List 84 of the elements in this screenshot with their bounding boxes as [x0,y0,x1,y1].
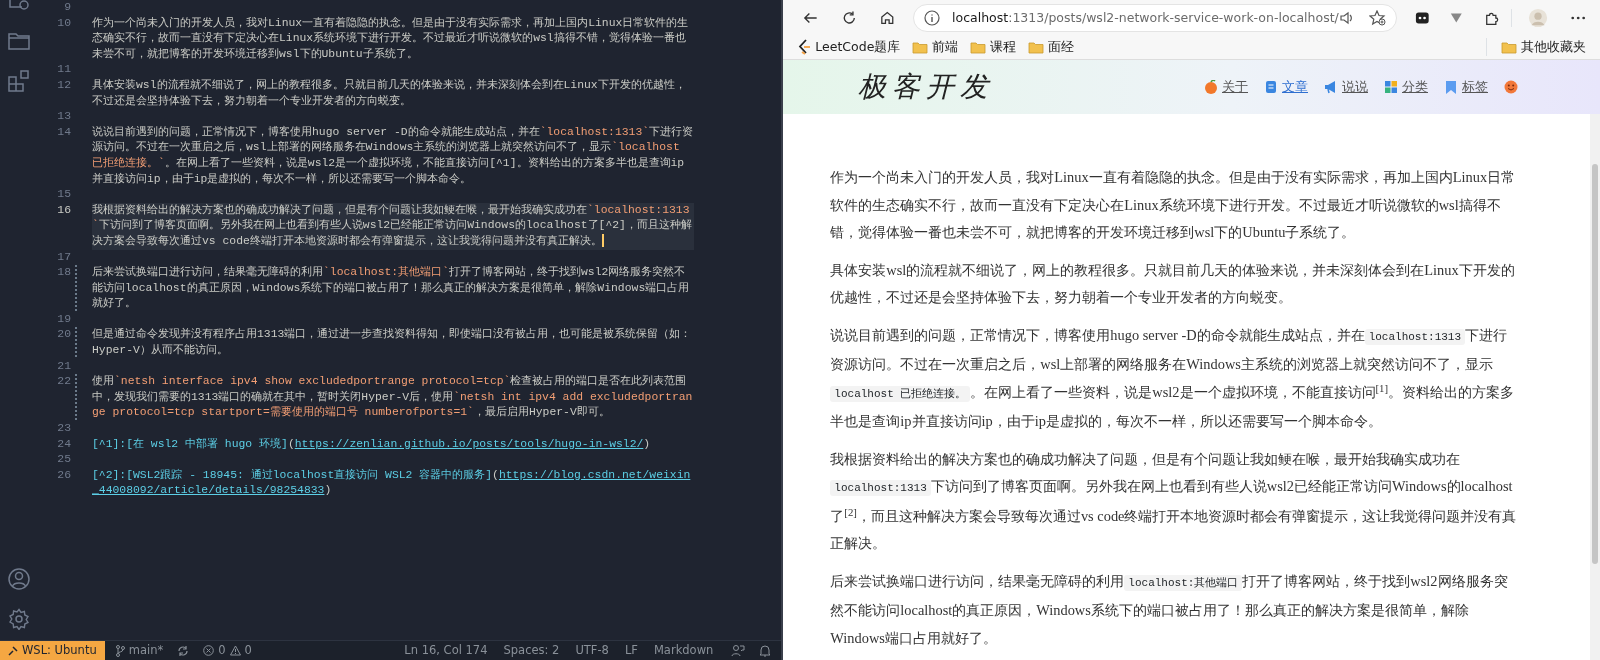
article-paragraph: 说说目前遇到的问题，正常情况下，博客使用hugo server -D的命令就能生成站点，并在 localhost:1313 下进行资源访问。不过在一次重启之后，wsl上部署的网络服务在Windows主系统的浏览器上就突然访问不了，显示 localhost 已拒绝连接。 。在网上看了一些资料，说是wsl2是一个虚拟环境，不能直接访问$^{[1]}$。资料给出的方案多半也是查询ip并直接访问ip，由于ip是虚拟的，每次不一样，所以还需要写一个脚本命令。 [830,326,1516,432]
line-number: 9 [63,0,71,15]
folder-icon [1501,39,1517,55]
bell-icon[interactable] [759,644,772,657]
nav-link[interactable]: 标签 [1440,77,1492,97]
settings-icon[interactable] [7,608,30,630]
site-logo[interactable]: 极客开发 [858,66,995,109]
speaker-icon[interactable] [1338,9,1355,26]
reload-icon[interactable] [841,9,857,26]
nav-link[interactable]: 分类 [1380,77,1432,97]
bookmark-item[interactable]: 前端 [906,36,965,59]
article-paragraph: 具体安装wsl的流程就不细说了，网上的教程很多。只就目前几天的体验来说，并未深刻体会到在Linux下开发的优越性，不过还是会坚持体验下去，努力朝着一个专业开发者的方向蜕变。 [830,261,1516,308]
branch-icon [114,644,125,657]
bookmark-icon [1444,80,1458,95]
warning-icon [229,645,241,656]
article-paragraph: 作为一个尚未入门的开发人员，我对Linux一直有着隐隐的执念。但是由于没有实际需求，再加上国内Linux日常软件的生态确实不行，故而一直没有下定决心在Linux系统环境下进行开发。不过最近才听说微软的wsl搞得不错，觉得体验一番也未尝不可，就把博客的开发环境迁移到wsl下的Ubuntu子系统了。 [830,168,1517,243]
folder-icon [912,39,929,55]
line-number: 15 [56,187,71,203]
tiles-icon [1384,80,1398,95]
status-item[interactable]: LF [616,640,646,660]
editor-line: 具体安装wsl的流程就不细说了，网上的教程很多。只就目前几天的体验来说，并未深刻体会到在Linux下开发的优越性，不过还是会坚持体验下去，努力朝着一个专业开发者的方向蜕变。 [92,77,687,109]
folder-icon [970,39,987,55]
error-icon [203,645,215,656]
more-icon[interactable] [1569,14,1586,21]
bookmark-item[interactable]: 面经 [1022,36,1081,59]
line-number: 11 [56,62,71,78]
line-number: 20 [56,327,71,343]
nav-link[interactable]: 关于 [1200,77,1252,97]
article-paragraph: 后来尝试换端口进行访问，结果毫无障碍的利用 localhost:其他端口 打开了博客网站，终于找到wsl2网络服务突然不能访问localhost的真正原因，Windows系统下的端口被占用了！那么真正的解决方案是很简单，解除Windows端口占用就好了。 [830,572,1509,648]
line-number: 24 [56,436,71,452]
address-field[interactable]: localhost:1313/posts/wsl2-network-service-work-on-localhost/ [913,3,1397,32]
home-icon[interactable] [880,9,896,26]
monitor-icon[interactable] [7,0,30,12]
editor-line: 作为一个尚未入门的开发人员，我对Linux一直有着隐隐的执念。但是由于没有实际需求，再加上国内Linux日常软件的生态确实不行，故而一直没有下定决心在Linux系统环境下进行开发。不过最近才听说微软的wsl搞得不错，觉得体验一番也未尝不可，就把博客的开发环境迁移到wsl下的Ubuntu子系统了。 [92,15,690,62]
bracket-icon [797,39,812,56]
editor-line: 使用`netsh interface ipv4 show excludedportrange protocol=tcp`检查被占用的端口是否在此列表范围中，发现我们需要的1313端口的确就在其中，暂时关闭Hyper-V后，使用`netsh int ipv4 add excludedportrange protocol=tcp startport=需要使用的端口号 numberofports=1`，最后启用Hyper-V即可。 [92,374,694,421]
sync-icon[interactable] [177,644,190,657]
editor-line: 但是通过命令发现并没有程序占用1313端口，通过进一步查找资料得知，即使端口没有被占用，也可能是被系统保留（如：Hyper-V）从而不能访问。 [92,327,693,359]
editor-line: 说说目前遇到的问题，正常情况下，博客使用hugo server -D的命令就能生成站点，并在`localhost:1313`下进行资源访问。不过在一次重启之后，wsl上部署的网络服务在Windows主系统的浏览器上就突然访问不了，显示`localhost 已拒绝连接。`。在网上看了一些资料，说是wsl2是一个虚拟环境，不能直接访问[^1]。资料给出的方案多半也是查询ip并直接访问ip，由于ip是虚拟的，每次不一样，所以还需要写一个脚本命令。 [92,124,694,187]
status-item[interactable]: UTF-8 [567,640,617,660]
line-number: 12 [56,77,71,93]
smiley-icon[interactable] [1504,80,1518,95]
bookmark-item[interactable]: LeetCode题库 [791,36,907,59]
info-icon [924,9,941,26]
line-number: 23 [56,421,71,437]
account-icon[interactable] [7,568,30,590]
line-number: 25 [56,452,71,468]
editor-line: 后来尝试换端口进行访问，结果毫无障碍的利用`localhost:其他端口`打开了博客网站，终于找到wsl2网络服务突然不能访问localhost的真正原因，Windows系统下的端口被占用了！那么真正的解决方案是很简单，解除Windows端口占用就好了。 [92,265,691,312]
line-number: 14 [56,124,71,140]
line-number: 22 [56,374,71,390]
line-number: 16 [56,202,71,218]
nav-link[interactable]: 文章 [1260,77,1312,97]
remote-icon [8,645,18,656]
modified-line-marker [75,265,77,312]
status-item[interactable]: Spaces: 2 [495,640,568,660]
feedback-icon[interactable] [731,644,746,657]
extensions-icon[interactable] [7,70,30,92]
fruit-icon [1204,80,1218,95]
status-item[interactable]: Ln 16, Col 174 [396,640,496,660]
folder-icon [1028,39,1045,55]
modified-line-marker [75,374,77,422]
editor-line: [^1]:[在 wsl2 中部署 hugo 环境](https://zenlian.github.io/posts/tools/hugo-in-wsl2/) [92,436,652,452]
bookmark-item[interactable]: 其他收藏夹 [1495,36,1592,59]
remote-button[interactable]: WSL: Ubuntu [0,640,105,660]
status-item[interactable]: Markdown [645,640,722,660]
problems-button[interactable]: 0 0 [197,640,258,660]
article-paragraph: 我根据资料给出的解决方案也的确成功解决了问题，但是有个问题让我如鲠在喉，最开始我确实成功在 localhost:1313 下访问到了博客页面啊。另外我在网上也看到有些人说wsl2已经能正常访问Windows的localhost了$^{[2]}$，而且这种解决方案会导致每次通过vs code终端打开本地资源时都会有弹窗提示，这让我觉得问题并没有真正解决。 [830,450,1518,554]
document-icon [1264,80,1278,95]
line-number: 18 [56,265,71,281]
branch-button[interactable]: main* [108,640,170,660]
folder-icon[interactable] [7,32,30,50]
line-number: 21 [56,358,71,374]
bookmark-item[interactable]: 课程 [964,36,1023,59]
line-number: 17 [56,249,71,265]
line-number: 13 [56,109,71,125]
megaphone-icon [1324,80,1338,95]
editor-line: [^2]:[WSL2跟踪 - 18945: 通过localhost直接访问 WSL2 容器中的服务](https://blog.csdn.net/weixin_44008092/article/details/98254833) [92,467,692,499]
line-number: 26 [56,467,71,483]
favorite-icon[interactable] [1368,9,1386,26]
nav-link[interactable]: 说说 [1320,77,1372,97]
line-number: 10 [56,15,71,31]
modified-line-marker [75,327,77,359]
line-number: 19 [56,311,71,327]
scrollbar-thumb[interactable] [1592,164,1598,565]
